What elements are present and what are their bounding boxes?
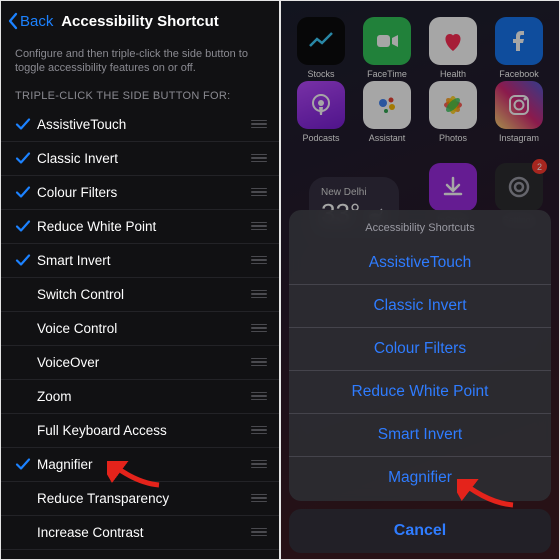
feature-row[interactable]: Classic Invert bbox=[1, 142, 279, 176]
checkmark-icon bbox=[15, 184, 37, 200]
feature-label: Reduce Transparency bbox=[37, 491, 249, 506]
checkmark-icon bbox=[15, 116, 37, 132]
feature-row[interactable]: Magnifier bbox=[1, 448, 279, 482]
feature-row[interactable]: Zoom bbox=[1, 380, 279, 414]
sheet-title: Accessibility Shortcuts bbox=[289, 216, 551, 242]
back-label: Back bbox=[20, 13, 53, 30]
feature-row[interactable]: Colour Filters bbox=[1, 176, 279, 210]
drag-handle-icon[interactable] bbox=[249, 222, 267, 231]
feature-label: Smart Invert bbox=[37, 253, 249, 268]
feature-label: Voice Control bbox=[37, 321, 249, 336]
feature-row[interactable]: Increase Contrast bbox=[1, 516, 279, 550]
feature-row[interactable]: VoiceOver bbox=[1, 346, 279, 380]
feature-label: VoiceOver bbox=[37, 355, 249, 370]
feature-label: Increase Contrast bbox=[37, 525, 249, 540]
drag-handle-icon[interactable] bbox=[249, 256, 267, 265]
drag-handle-icon[interactable] bbox=[249, 460, 267, 469]
cancel-button[interactable]: Cancel bbox=[289, 509, 551, 553]
feature-label: Zoom bbox=[37, 389, 249, 404]
page-title: Accessibility Shortcut bbox=[61, 13, 219, 30]
navbar: Back Accessibility Shortcut bbox=[1, 1, 279, 41]
checkmark-icon bbox=[15, 150, 37, 166]
drag-handle-icon[interactable] bbox=[249, 324, 267, 333]
feature-label: Reduce White Point bbox=[37, 219, 249, 234]
drag-handle-icon[interactable] bbox=[249, 154, 267, 163]
drag-handle-icon[interactable] bbox=[249, 494, 267, 503]
checkmark-icon bbox=[15, 252, 37, 268]
feature-label: AssistiveTouch bbox=[37, 117, 249, 132]
drag-handle-icon[interactable] bbox=[249, 426, 267, 435]
feature-label: Switch Control bbox=[37, 287, 249, 302]
feature-label: Classic Invert bbox=[37, 151, 249, 166]
feature-label: Full Keyboard Access bbox=[37, 423, 249, 438]
drag-handle-icon[interactable] bbox=[249, 188, 267, 197]
drag-handle-icon[interactable] bbox=[249, 528, 267, 537]
drag-handle-icon[interactable] bbox=[249, 392, 267, 401]
feature-row[interactable]: Reduce Transparency bbox=[1, 482, 279, 516]
action-sheet: Accessibility Shortcuts AssistiveTouchCl… bbox=[289, 210, 551, 501]
drag-handle-icon[interactable] bbox=[249, 290, 267, 299]
feature-row[interactable]: Voice Control bbox=[1, 312, 279, 346]
drag-handle-icon[interactable] bbox=[249, 120, 267, 129]
feature-label: Magnifier bbox=[37, 457, 249, 472]
settings-screen: Back Accessibility Shortcut Configure an… bbox=[0, 0, 280, 560]
feature-row[interactable]: Switch Control bbox=[1, 278, 279, 312]
sheet-item[interactable]: Smart Invert bbox=[289, 413, 551, 456]
feature-label: Colour Filters bbox=[37, 185, 249, 200]
sheet-item[interactable]: Classic Invert bbox=[289, 284, 551, 327]
explain-text: Configure and then triple-click the side… bbox=[1, 41, 279, 88]
drag-handle-icon[interactable] bbox=[249, 358, 267, 367]
feature-row[interactable]: AssistiveTouch bbox=[1, 108, 279, 142]
sheet-item[interactable]: Colour Filters bbox=[289, 327, 551, 370]
feature-row[interactable]: Smart Invert bbox=[1, 244, 279, 278]
sheet-item[interactable]: Reduce White Point bbox=[289, 370, 551, 413]
sheet-item[interactable]: AssistiveTouch bbox=[289, 242, 551, 284]
sheet-item[interactable]: Magnifier bbox=[289, 456, 551, 499]
checkmark-icon bbox=[15, 218, 37, 234]
feature-row[interactable]: Reduce White Point bbox=[1, 210, 279, 244]
section-header: TRIPLE-CLICK THE SIDE BUTTON FOR: bbox=[1, 88, 279, 108]
checkmark-icon bbox=[15, 456, 37, 472]
back-button[interactable]: Back bbox=[7, 12, 53, 30]
home-screen: StocksFaceTimeHealthFacebook PodcastsAss… bbox=[280, 0, 560, 560]
chevron-left-icon bbox=[7, 12, 19, 30]
feature-row[interactable]: Full Keyboard Access bbox=[1, 414, 279, 448]
